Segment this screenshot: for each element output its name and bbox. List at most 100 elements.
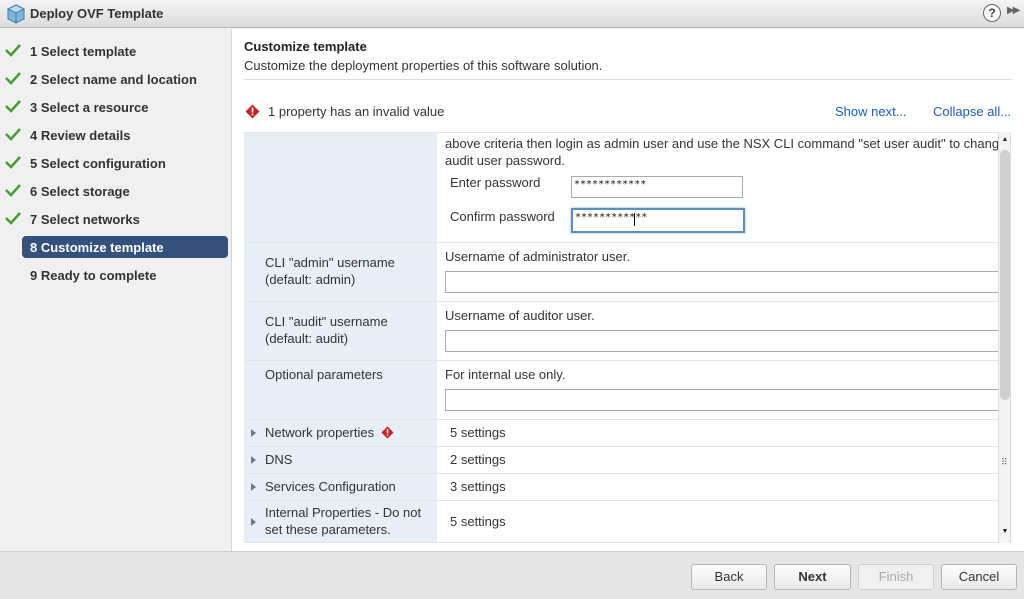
property-value-cell: 5 settings	[437, 501, 1000, 542]
step-select-networks[interactable]: 7 Select networks	[0, 208, 232, 230]
step-label: 6 Select storage	[30, 184, 130, 199]
cancel-button[interactable]: Cancel	[941, 564, 1017, 590]
property-label-cell: Internal Properties - Do not set these p…	[244, 501, 437, 542]
step-review-details[interactable]: 4 Review details	[0, 124, 232, 146]
property-label-cell	[244, 133, 437, 242]
confirm-password-field[interactable]: ************	[571, 208, 745, 233]
wizard-steps-sidebar: 1 Select template 2 Select name and loca…	[0, 29, 232, 551]
cli-audit-username-description: Username of auditor user.	[445, 308, 595, 323]
cli-admin-username-input[interactable]	[445, 271, 1000, 293]
expand-triangle-icon[interactable]	[251, 456, 256, 464]
show-next-link[interactable]: Show next...	[835, 104, 907, 119]
enter-password-label: Enter password	[450, 175, 541, 190]
group-network-properties[interactable]: Network properties 5 settings	[244, 420, 1000, 447]
optional-parameters-input[interactable]	[445, 389, 1000, 411]
main-panel: Customize template Customize the deploym…	[232, 29, 1024, 551]
scroll-down-arrow-icon[interactable]: ▼	[1000, 528, 1010, 538]
properties-scrollbar[interactable]: ▲ ⠿ ▼	[998, 132, 1011, 543]
password-mask: ************	[574, 179, 647, 190]
finish-button[interactable]: Finish	[858, 564, 934, 590]
property-label-cell: Optional parameters	[244, 361, 437, 419]
page-description: Customize the deployment properties of t…	[244, 58, 603, 73]
audit-password-description-cont: audit user password.	[445, 153, 565, 168]
expand-window-button[interactable]: ▶▶	[1007, 5, 1020, 16]
cli-admin-username-label: CLI "admin" username (default: admin)	[265, 255, 395, 287]
checkmark-icon	[5, 156, 21, 169]
cli-admin-username-description: Username of administrator user.	[445, 249, 630, 264]
group-settings-count: 5 settings	[450, 425, 506, 440]
scroll-up-arrow-icon[interactable]: ▲	[1000, 136, 1010, 146]
resize-grip-icon[interactable]: ⠿	[1001, 457, 1008, 468]
step-label: 9 Ready to complete	[30, 268, 157, 283]
property-label-cell: Network properties	[244, 420, 437, 446]
checkmark-icon	[5, 128, 21, 141]
page-title: Customize template	[244, 39, 367, 54]
validation-banner: 1 property has an invalid value Show nex…	[244, 103, 1012, 121]
group-settings-count: 3 settings	[450, 479, 506, 494]
step-select-template[interactable]: 1 Select template	[0, 40, 232, 62]
cli-admin-username-row: CLI "admin" username (default: admin) Us…	[244, 243, 1000, 302]
password-mask: ************	[575, 212, 648, 223]
group-label: Network properties	[265, 425, 375, 440]
scroll-thumb[interactable]	[1000, 150, 1010, 400]
property-value-cell: above criteria then login as admin user …	[437, 133, 1000, 242]
expand-triangle-icon[interactable]	[251, 429, 256, 437]
step-select-storage[interactable]: 6 Select storage	[0, 180, 232, 202]
step-customize-template[interactable]: 8 Customize template	[0, 236, 232, 258]
step-select-name-location[interactable]: 2 Select name and location	[0, 68, 232, 90]
checkmark-icon	[5, 212, 21, 225]
step-label: 3 Select a resource	[30, 100, 149, 115]
group-settings-count: 2 settings	[450, 452, 506, 467]
property-value-cell: 5 settings	[437, 420, 1000, 446]
expand-triangle-icon[interactable]	[251, 483, 256, 491]
step-label: 1 Select template	[30, 44, 137, 59]
group-dns[interactable]: DNS 2 settings	[244, 447, 1000, 474]
next-button[interactable]: Next	[774, 564, 851, 590]
checkmark-icon	[5, 100, 21, 113]
step-label: 2 Select name and location	[30, 72, 197, 87]
property-value-cell: 2 settings	[437, 447, 1000, 473]
property-value-cell: Username of auditor user.	[437, 302, 1000, 360]
confirm-password-label: Confirm password	[450, 209, 555, 224]
properties-table: above criteria then login as admin user …	[244, 132, 1000, 543]
group-internal-properties[interactable]: Internal Properties - Do not set these p…	[244, 501, 1000, 542]
step-select-resource[interactable]: 3 Select a resource	[0, 96, 232, 118]
back-button[interactable]: Back	[691, 564, 767, 590]
checkmark-icon	[5, 184, 21, 197]
group-label: Services Configuration	[265, 479, 396, 494]
group-label: DNS	[265, 452, 293, 467]
property-label-cell: Services Configuration	[244, 474, 437, 500]
ovf-package-icon	[7, 4, 25, 24]
checkmark-icon	[5, 44, 21, 57]
error-diamond-icon	[245, 104, 260, 119]
cli-audit-username-label: CLI "audit" username (default: audit)	[265, 314, 388, 346]
step-label: 4 Review details	[30, 128, 131, 143]
checkmark-icon	[5, 72, 21, 85]
group-services-configuration[interactable]: Services Configuration 3 settings	[244, 474, 1000, 501]
audit-password-description: above criteria then login as admin user …	[445, 136, 1000, 151]
window-title: Deploy OVF Template	[30, 6, 164, 21]
optional-parameters-label: Optional parameters	[265, 367, 383, 382]
group-label: Internal Properties - Do not set these p…	[265, 505, 422, 537]
audit-password-row: above criteria then login as admin user …	[244, 133, 1000, 243]
step-ready-to-complete[interactable]: 9 Ready to complete	[0, 264, 232, 286]
invalid-property-message: 1 property has an invalid value	[268, 104, 445, 119]
divider	[244, 79, 1012, 80]
step-select-configuration[interactable]: 5 Select configuration	[0, 152, 232, 174]
cli-audit-username-row: CLI "audit" username (default: audit) Us…	[244, 302, 1000, 361]
step-label: 7 Select networks	[30, 212, 140, 227]
collapse-all-link[interactable]: Collapse all...	[933, 104, 1011, 119]
wizard-footer: Back Next Finish Cancel	[0, 551, 1024, 599]
expand-triangle-icon[interactable]	[251, 518, 256, 526]
property-label-cell: CLI "admin" username (default: admin)	[244, 243, 437, 301]
optional-parameters-row: Optional parameters For internal use onl…	[244, 361, 1000, 420]
error-diamond-icon	[381, 426, 394, 439]
group-settings-count: 5 settings	[450, 514, 506, 529]
help-button[interactable]: ?	[983, 4, 1001, 22]
cli-audit-username-input[interactable]	[445, 330, 1000, 352]
property-value-cell: 3 settings	[437, 474, 1000, 500]
enter-password-field[interactable]: ************	[571, 176, 743, 198]
text-caret	[634, 213, 635, 226]
property-label-cell: DNS	[244, 447, 437, 473]
property-label-cell: CLI "audit" username (default: audit)	[244, 302, 437, 360]
